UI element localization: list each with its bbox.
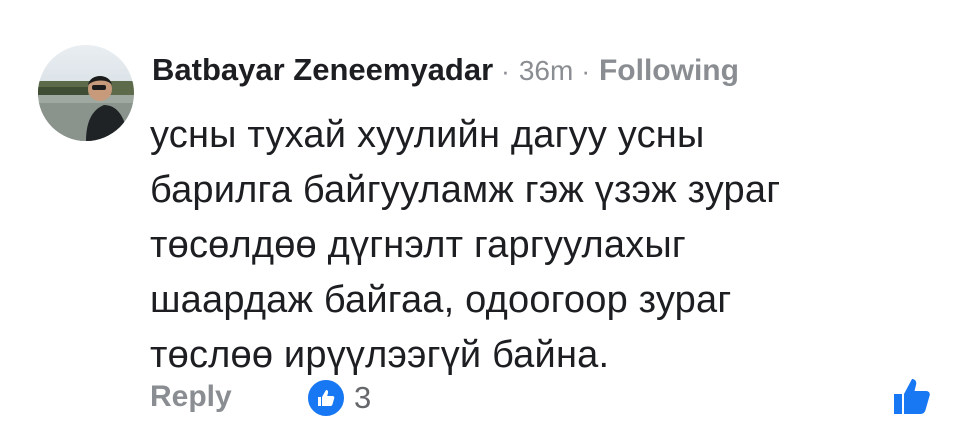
following-status[interactable]: Following bbox=[599, 54, 739, 88]
avatar-photo bbox=[38, 45, 134, 141]
reaction-count: 3 bbox=[354, 380, 372, 415]
reactions-summary[interactable]: 3 bbox=[306, 378, 371, 418]
reply-button[interactable]: Reply bbox=[150, 380, 232, 414]
comment-header: Batbayar Zeneemyadar · 36m · Following bbox=[152, 52, 739, 96]
like-button[interactable] bbox=[890, 374, 934, 418]
comment-text: усны тухай хуулийн дагуу усны барилга ба… bbox=[150, 114, 781, 376]
avatar[interactable] bbox=[38, 45, 134, 141]
timestamp[interactable]: 36m bbox=[519, 55, 573, 87]
comment: Batbayar Zeneemyadar · 36m · Following у… bbox=[0, 0, 968, 443]
thumbs-up-icon bbox=[894, 379, 930, 414]
separator-dot: · bbox=[501, 56, 510, 86]
like-reaction-icon bbox=[306, 378, 346, 418]
author-name[interactable]: Batbayar Zeneemyadar bbox=[152, 52, 493, 88]
separator-dot: · bbox=[581, 56, 590, 86]
